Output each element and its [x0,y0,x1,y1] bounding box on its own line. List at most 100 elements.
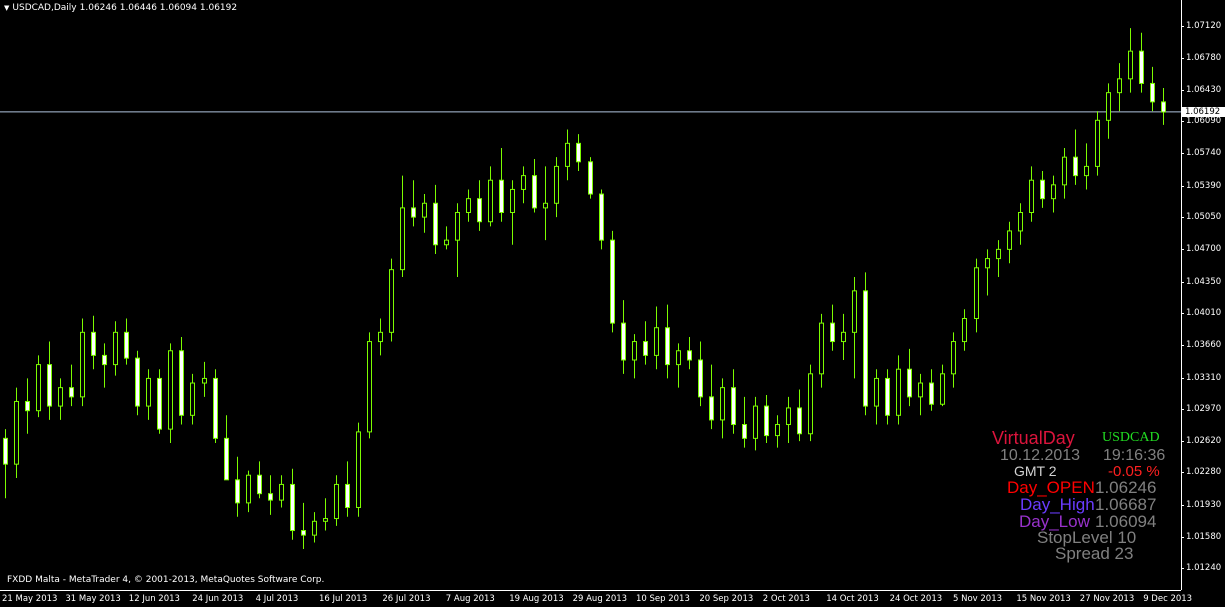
candle[interactable] [610,230,615,333]
candle[interactable] [3,429,8,499]
candle[interactable] [797,389,802,442]
candle[interactable] [69,364,74,407]
candle[interactable] [521,166,526,204]
candle[interactable] [157,369,162,434]
price-axis[interactable]: 1.07120 1.06780 1.06430 1.06090 1.05740 1.053… [1180,0,1225,590]
candle[interactable] [654,306,659,370]
candle[interactable] [25,378,30,434]
candle[interactable] [14,387,19,478]
candlestick-plot[interactable] [0,0,1181,590]
candle[interactable] [312,512,317,543]
candle[interactable] [996,240,1001,278]
candle[interactable] [102,343,107,388]
candle[interactable] [168,343,173,443]
candle[interactable] [918,373,923,416]
candle[interactable] [1062,147,1067,199]
candle[interactable] [444,226,449,250]
candle[interactable] [1139,32,1144,93]
candle[interactable] [378,318,383,356]
candle[interactable] [80,318,85,407]
candle[interactable] [124,318,129,365]
candle[interactable] [510,180,515,245]
candle[interactable] [422,194,427,233]
candle[interactable] [268,475,273,515]
candle[interactable] [1051,175,1056,213]
candle[interactable] [543,166,548,241]
candle[interactable] [213,369,218,443]
candle[interactable] [1018,203,1023,245]
candle[interactable] [940,364,945,407]
candle[interactable] [113,321,118,376]
candle[interactable] [301,502,306,549]
candle[interactable] [852,277,857,379]
candle[interactable] [279,475,284,508]
candle[interactable] [367,332,372,439]
candle[interactable] [477,180,482,231]
candle[interactable] [389,258,394,342]
candle[interactable] [974,258,979,333]
candle[interactable] [400,175,405,278]
candle[interactable] [235,456,240,517]
candle[interactable] [1106,83,1111,139]
candle[interactable] [676,343,681,388]
candle[interactable] [775,415,780,448]
candle[interactable] [499,147,504,222]
candle[interactable] [764,395,769,443]
candle[interactable] [323,498,328,531]
candle[interactable] [819,313,824,388]
candle[interactable] [808,364,813,442]
candle[interactable] [91,315,96,370]
candle[interactable] [1084,143,1089,190]
candle[interactable] [532,159,537,213]
candle[interactable] [588,157,593,199]
candle[interactable] [224,415,229,481]
candle[interactable] [687,336,692,370]
candle[interactable] [455,203,460,278]
candle[interactable] [863,272,868,416]
candle[interactable] [433,184,438,254]
candle[interactable] [753,396,758,451]
candle[interactable] [135,350,140,416]
candle[interactable] [643,321,648,365]
candle[interactable] [1007,221,1012,264]
candle[interactable] [698,341,703,407]
candle[interactable] [565,129,570,181]
candle[interactable] [1073,129,1078,185]
candle[interactable] [554,157,559,218]
candle[interactable] [246,470,251,513]
candle[interactable] [632,334,637,379]
candle[interactable] [896,355,901,425]
candle[interactable] [1029,166,1034,222]
candle[interactable] [488,166,493,227]
candle[interactable] [951,332,956,388]
candle[interactable] [841,313,846,360]
candle[interactable] [146,369,151,420]
candle[interactable] [202,361,207,397]
candle[interactable] [830,304,835,351]
candle[interactable] [665,304,670,379]
candle[interactable] [1128,28,1133,93]
candle[interactable] [742,396,747,448]
candle[interactable] [179,336,184,425]
candle[interactable] [1161,88,1166,125]
candle[interactable] [36,355,41,418]
candle[interactable] [599,189,604,250]
candle[interactable] [621,300,626,374]
candle[interactable] [345,461,350,517]
candle[interactable] [1095,111,1100,176]
candle[interactable] [731,369,736,434]
candle[interactable] [411,180,416,227]
candle[interactable] [962,309,967,351]
candle[interactable] [709,364,714,430]
candle[interactable] [47,341,52,420]
candle[interactable] [985,249,990,296]
candle[interactable] [1150,66,1155,112]
candle[interactable] [58,378,63,420]
candle[interactable] [929,369,934,411]
candle[interactable] [1117,63,1122,112]
candle[interactable] [786,396,791,443]
candle[interactable] [257,461,262,499]
candle[interactable] [1040,171,1045,208]
candle[interactable] [334,475,339,526]
candle[interactable] [720,378,725,439]
